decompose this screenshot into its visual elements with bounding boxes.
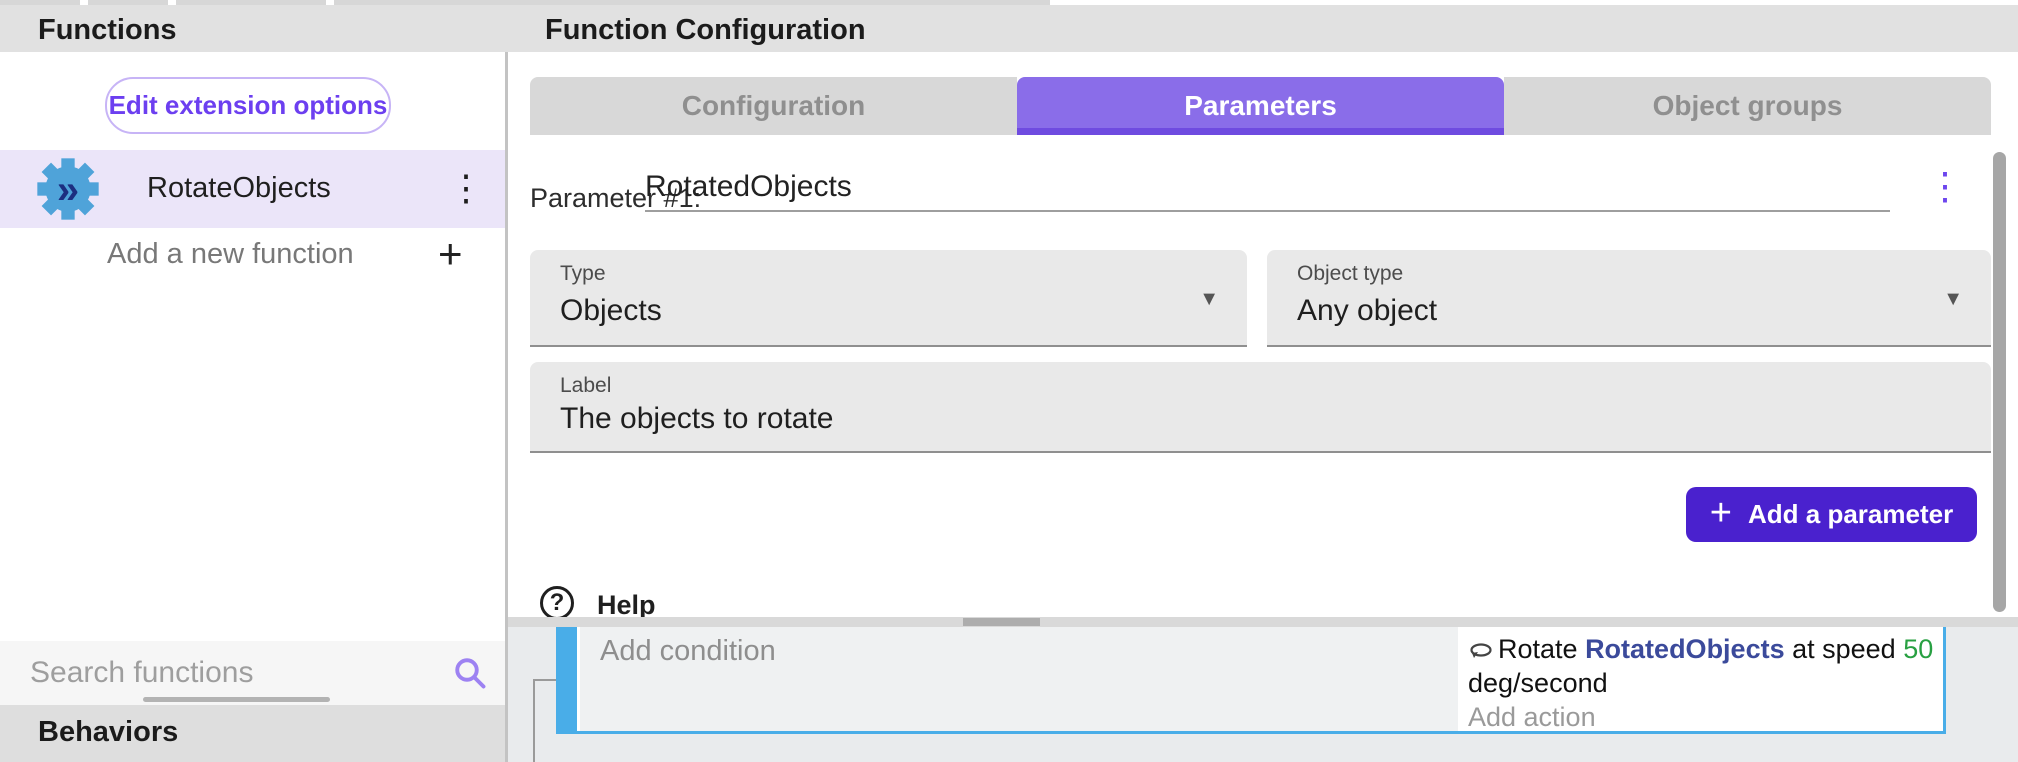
add-parameter-button[interactable]: + Add a parameter [1686,487,1977,542]
event-selection-border [1943,627,1946,734]
event-selection-bar[interactable] [556,627,577,731]
tab-object-groups[interactable]: Object groups [1504,77,1991,135]
function-list-item[interactable]: » RotateObjects ⋮ [0,150,505,228]
add-condition-label: Add condition [600,635,776,668]
search-functions-bar [0,641,505,705]
action-object-name: RotatedObjects [1585,634,1785,664]
sidebar-horizontal-scrollbar[interactable] [143,697,330,702]
svg-text:»: » [57,168,79,212]
search-icon [452,655,488,691]
header-band: Functions Function Configuration [0,5,2018,52]
function-gear-icon: » [36,157,100,221]
help-question-icon: ? [540,586,574,620]
type-select-label: Type [560,262,606,286]
event-actions-cell[interactable]: Rotate RotatedObjects at speed 50 deg/se… [1458,627,1943,731]
parameter-name-input[interactable] [645,164,1890,212]
object-type-select[interactable]: Object type Any object ▼ [1267,250,1991,347]
object-type-select-value: Any object [1297,294,1437,328]
events-content: Add condition Rotate RotatedObjects at s… [508,627,2018,762]
plus-icon: + [1710,494,1732,532]
label-field-label: Label [560,374,611,398]
add-parameter-label: Add a parameter [1748,499,1953,530]
type-select-value: Objects [560,294,662,328]
events-horizontal-scrollbar[interactable] [963,618,1040,626]
behaviors-title: Behaviors [38,716,178,749]
label-field-value: The objects to rotate [560,402,834,436]
action-speed-value: 50 [1903,634,1933,664]
parameter-menu-icon[interactable]: ⋮ [1926,164,1964,209]
dialog-vertical-scrollbar[interactable] [1993,152,2006,612]
function-configuration-dialog: Configuration Parameters Object groups P… [508,52,2018,617]
app-window: Functions Function Configuration Edit ex… [0,0,2018,762]
search-functions-input[interactable] [30,649,430,697]
event-selection-border [556,731,1946,734]
functions-panel-title: Functions [38,14,177,47]
behaviors-section-header[interactable]: Behaviors [0,705,505,762]
event-tree-line [533,679,556,681]
add-function-row[interactable]: Add a new function + [0,228,505,280]
dialog-tabs: Configuration Parameters Object groups [530,77,1991,135]
function-name-label: RotateObjects [147,172,331,205]
type-select[interactable]: Type Objects ▼ [530,250,1247,347]
tab-configuration[interactable]: Configuration [530,77,1017,135]
tab-parameters[interactable]: Parameters [1017,77,1504,135]
events-sheet: Add condition Rotate RotatedObjects at s… [508,617,2018,762]
chevron-down-icon: ▼ [1943,288,1963,311]
events-top-strip [508,617,2018,627]
action-text-line2: deg/second [1468,666,1943,700]
function-menu-icon[interactable]: ⋮ [448,168,484,208]
add-action-label: Add action [1468,700,1943,734]
event-tree-line [533,679,535,762]
chevron-down-icon: ▼ [1199,288,1219,311]
edit-extension-options-button[interactable]: Edit extension options [105,77,391,134]
label-field[interactable]: Label The objects to rotate [530,362,1991,453]
object-type-select-label: Object type [1297,262,1403,286]
event-conditions-cell[interactable]: Add condition [577,627,1458,731]
add-function-plus-icon: + [438,230,463,278]
add-function-label: Add a new function [107,238,354,271]
dialog-title: Function Configuration [545,14,866,47]
rotate-icon [1468,641,1494,661]
action-text: Rotate RotatedObjects at speed 50 [1468,632,1943,666]
